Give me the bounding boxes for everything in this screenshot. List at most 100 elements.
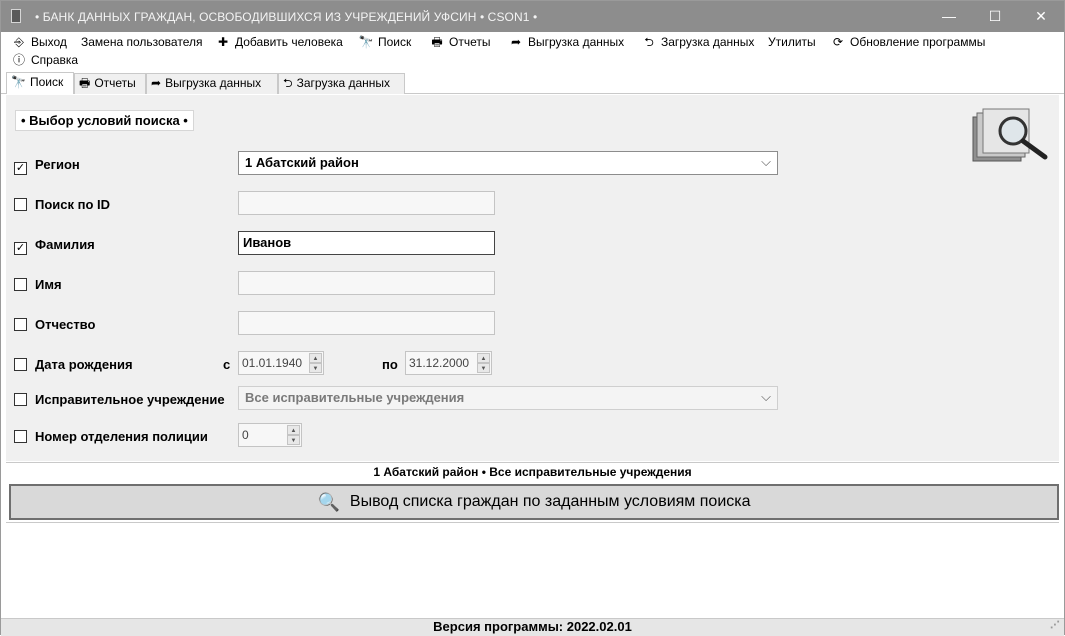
id-input[interactable] xyxy=(238,191,495,215)
id-checkbox[interactable] xyxy=(14,198,27,211)
menu-add-person[interactable]: ✚ Добавить человека xyxy=(215,34,343,50)
spin-up-icon[interactable]: ▲ xyxy=(477,353,490,363)
menu-utilities[interactable]: Утилиты xyxy=(768,34,816,50)
spin-up-icon[interactable]: ▲ xyxy=(287,425,300,435)
tab-export[interactable]: ➦ Выгрузка данных xyxy=(146,73,278,94)
spin-down-icon[interactable]: ▼ xyxy=(309,363,322,373)
region-select[interactable]: 1 Абатский район ⌵ xyxy=(238,151,778,175)
birth-label: Дата рождения xyxy=(35,357,133,372)
binoculars-icon: 🔭 xyxy=(358,35,374,49)
tab-import-label: Загрузка данных xyxy=(296,76,391,90)
menu-utilities-label: Утилиты xyxy=(768,35,816,49)
menu-reports[interactable]: 🖶 Отчеты xyxy=(429,34,490,50)
chevron-down-icon: ⌵ xyxy=(761,389,771,404)
police-number-value: 0 xyxy=(242,428,249,442)
exit-door-icon: ⎆ xyxy=(14,35,24,49)
region-select-value: 1 Абатский район xyxy=(245,155,359,170)
surname-label: Фамилия xyxy=(35,237,95,252)
tab-export-label: Выгрузка данных xyxy=(165,76,262,90)
menu-update-label: Обновление программы xyxy=(850,35,986,49)
tab-reports[interactable]: 🖶 Отчеты xyxy=(74,73,146,94)
police-label: Номер отделения полиции xyxy=(35,429,208,444)
spin-up-icon[interactable]: ▲ xyxy=(309,353,322,363)
tab-import[interactable]: ⮌ Загрузка данных xyxy=(278,73,405,94)
birth-from-label: с xyxy=(223,357,231,372)
chevron-down-icon: ⌵ xyxy=(761,154,771,169)
tab-search-label: Поиск xyxy=(29,75,64,89)
name-row[interactable]: Имя xyxy=(14,277,62,292)
resize-grip-icon[interactable]: ⋰ xyxy=(1050,618,1060,634)
menu-search-label: Поиск xyxy=(378,35,412,49)
region-row[interactable]: ✓ Регион xyxy=(14,157,80,175)
police-checkbox[interactable] xyxy=(14,430,27,443)
version-label: Версия программы: 2022.02.01 xyxy=(433,619,632,634)
menu-search[interactable]: 🔭 Поиск xyxy=(358,34,412,50)
menu-change-user[interactable]: Замена пользователя xyxy=(81,34,202,50)
surname-row[interactable]: ✓ Фамилия xyxy=(14,237,95,255)
close-button[interactable]: ✕ xyxy=(1018,1,1064,32)
name-label: Имя xyxy=(35,277,62,292)
window-title: • БАНК ДАННЫХ ГРАЖДАН, ОСВОБОДИВШИХСЯ ИЗ… xyxy=(35,10,538,24)
menu-export-label: Выгрузка данных xyxy=(528,35,625,49)
police-row[interactable]: Номер отделения полиции xyxy=(14,429,208,444)
institution-checkbox[interactable] xyxy=(14,393,27,406)
menu-exit-label: Выход xyxy=(31,35,67,49)
status-bar: Версия программы: 2022.02.01 ⋰ xyxy=(1,618,1064,636)
birth-row[interactable]: Дата рождения xyxy=(14,357,133,372)
institution-select[interactable]: Все исправительные учреждения ⌵ xyxy=(238,386,778,410)
section-title: • Выбор условий поиска • xyxy=(15,110,194,131)
results-area xyxy=(6,522,1059,617)
patronymic-label: Отчество xyxy=(35,317,96,332)
institution-label: Исправительное учреждение xyxy=(35,392,225,407)
menu-update[interactable]: ⟳ Обновление программы xyxy=(830,34,985,50)
binoculars-icon: 🔭 xyxy=(11,75,26,89)
menu-exit[interactable]: ⎆ Выход xyxy=(11,34,67,50)
patronymic-input[interactable] xyxy=(238,311,495,335)
printer-icon: 🖶 xyxy=(431,35,443,49)
maximize-button[interactable]: ☐ xyxy=(972,1,1018,32)
region-checkbox[interactable]: ✓ xyxy=(14,162,27,175)
birth-from-input[interactable]: 01.01.1940 ▲ ▼ xyxy=(238,351,324,375)
spin-down-icon[interactable]: ▼ xyxy=(287,435,300,445)
id-row[interactable]: Поиск по ID xyxy=(14,197,110,212)
name-input[interactable] xyxy=(238,271,495,295)
minimize-button[interactable]: — xyxy=(926,1,972,32)
refresh-icon: ⟳ xyxy=(832,35,844,49)
menu-add-person-label: Добавить человека xyxy=(235,35,343,49)
tab-search[interactable]: 🔭 Поиск xyxy=(6,72,74,94)
run-search-label: Вывод списка граждан по заданным условия… xyxy=(349,493,751,510)
surname-checkbox[interactable]: ✓ xyxy=(14,242,27,255)
patronymic-checkbox[interactable] xyxy=(14,318,27,331)
menu-import-label: Загрузка данных xyxy=(661,35,755,49)
birth-checkbox[interactable] xyxy=(14,358,27,371)
arrow-back-icon: ⮌ xyxy=(644,35,654,49)
app-icon xyxy=(11,9,21,23)
menu-bar: ⎆ Выход Замена пользователя ✚ Добавить чел… xyxy=(1,32,1064,68)
birth-from-value: 01.01.1940 xyxy=(242,356,303,370)
plus-icon: ✚ xyxy=(217,35,229,49)
printer-icon: 🖶 xyxy=(79,76,91,90)
menu-import[interactable]: ⮌ Загрузка данных xyxy=(641,34,754,50)
institution-row[interactable]: Исправительное учреждение xyxy=(14,392,225,407)
menu-help[interactable]: ⓘ Справка xyxy=(11,52,78,68)
search-summary: 1 Абатский район • Все исправительные уч… xyxy=(6,462,1059,482)
birth-to-label: по xyxy=(382,357,398,372)
birth-to-input[interactable]: 31.12.2000 ▲ ▼ xyxy=(405,351,492,375)
menu-export[interactable]: ➦ Выгрузка данных xyxy=(508,34,624,50)
tab-reports-label: Отчеты xyxy=(94,76,136,90)
surname-input[interactable]: Иванов xyxy=(238,231,495,255)
name-checkbox[interactable] xyxy=(14,278,27,291)
magnifier-icon: 🔍 xyxy=(317,492,340,512)
magnifier-folder-icon xyxy=(972,108,1048,162)
patronymic-row[interactable]: Отчество xyxy=(14,317,95,332)
menu-reports-label: Отчеты xyxy=(449,35,491,49)
spin-down-icon[interactable]: ▼ xyxy=(477,363,490,373)
title-bar: • БАНК ДАННЫХ ГРАЖДАН, ОСВОБОДИВШИХСЯ ИЗ… xyxy=(1,1,1064,32)
tab-strip: 🔭 Поиск 🖶 Отчеты ➦ Выгрузка данных ⮌ Загрузк… xyxy=(1,72,1064,94)
arrow-forward-icon: ➦ xyxy=(151,76,162,90)
id-label: Поиск по ID xyxy=(35,197,111,212)
police-number-input[interactable]: 0 ▲ ▼ xyxy=(238,423,302,447)
run-search-button[interactable]: 🔍 Вывод списка граждан по заданным услови… xyxy=(9,484,1059,520)
app-window: • БАНК ДАННЫХ ГРАЖДАН, ОСВОБОДИВШИХСЯ ИЗ… xyxy=(0,0,1065,636)
arrow-forward-icon: ➦ xyxy=(510,35,522,49)
